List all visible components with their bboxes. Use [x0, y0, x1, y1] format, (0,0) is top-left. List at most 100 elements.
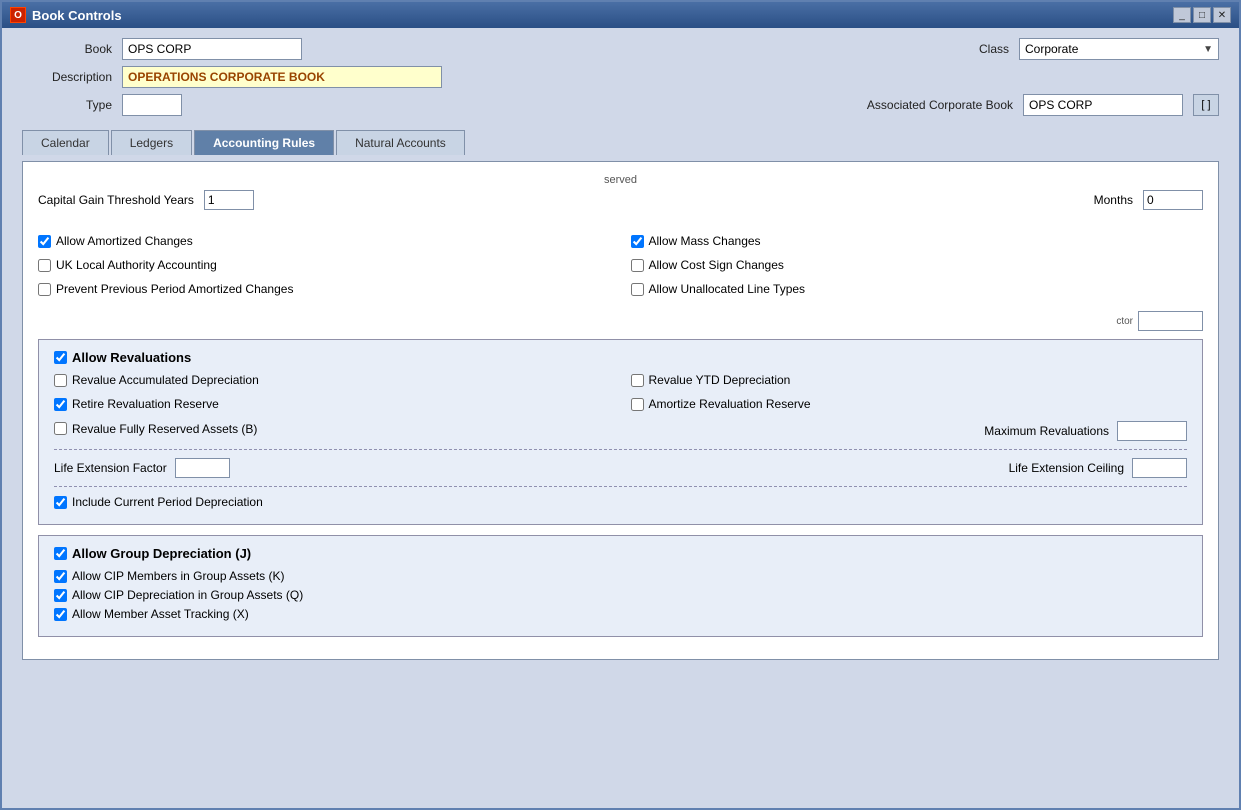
allow-unallocated-row: Allow Unallocated Line Types [631, 282, 1204, 296]
capital-gain-label: Capital Gain Threshold Years [38, 193, 194, 207]
allow-cost-sign-label: Allow Cost Sign Changes [649, 258, 784, 272]
amortize-reval-reserve-checkbox[interactable] [631, 398, 644, 411]
type-label: Type [22, 98, 112, 112]
accounting-rules-tab-content: served Capital Gain Threshold Years Mont… [22, 161, 1219, 660]
revalue-ytd-depr-checkbox[interactable] [631, 374, 644, 387]
assoc-browse-button[interactable]: [ ] [1193, 94, 1219, 116]
tab-calendar[interactable]: Calendar [22, 130, 109, 155]
revalue-fully-reserved-row: Revalue Fully Reserved Assets (B) [54, 421, 611, 436]
allow-cip-members-label: Allow CIP Members in Group Assets (K) [72, 569, 285, 583]
max-revaluations-label: Maximum Revaluations [984, 424, 1109, 438]
book-class-row: Book Class Corporate ▼ [22, 38, 1219, 60]
book-label: Book [22, 42, 112, 56]
prevent-previous-period-row: Prevent Previous Period Amortized Change… [38, 282, 611, 296]
revalue-accum-depr-label: Revalue Accumulated Depreciation [72, 373, 259, 387]
life-extension-ceiling-input[interactable] [1132, 458, 1187, 478]
ctor-label: ctor [1116, 316, 1133, 327]
book-input[interactable] [122, 38, 302, 60]
close-button[interactable]: ✕ [1213, 7, 1231, 23]
window-title: Book Controls [32, 8, 122, 23]
retire-reval-reserve-row: Retire Revaluation Reserve [54, 397, 611, 411]
form-content: Book Class Corporate ▼ Description Type … [2, 28, 1239, 670]
life-extension-factor-area: Life Extension Factor [54, 458, 230, 478]
amortize-reval-reserve-label: Amortize Revaluation Reserve [649, 397, 811, 411]
tabs-row: Calendar Ledgers Accounting Rules Natura… [22, 130, 1219, 155]
allow-amortized-changes-checkbox[interactable] [38, 235, 51, 248]
life-extension-factor-label: Life Extension Factor [54, 461, 167, 475]
allow-cip-members-checkbox[interactable] [54, 570, 67, 583]
allow-member-asset-tracking-label: Allow Member Asset Tracking (X) [72, 607, 249, 621]
allow-mass-changes-checkbox[interactable] [631, 235, 644, 248]
group-depreciation-label: Allow Group Depreciation (J) [72, 546, 251, 561]
life-extension-row: Life Extension Factor Life Extension Cei… [54, 449, 1187, 478]
capital-gain-years-input[interactable] [204, 190, 254, 210]
life-extension-factor-input[interactable] [175, 458, 230, 478]
include-current-period-checkbox[interactable] [54, 496, 67, 509]
group-depreciation-header: Allow Group Depreciation (J) [54, 546, 1187, 561]
ctor-input[interactable] [1138, 311, 1203, 331]
class-value: Corporate [1025, 42, 1078, 56]
revalue-accum-depr-row: Revalue Accumulated Depreciation [54, 373, 611, 387]
title-bar: O Book Controls _ □ ✕ [2, 2, 1239, 28]
revalue-fully-reserved-checkbox[interactable] [54, 422, 67, 435]
ctor-area: ctor [38, 311, 1203, 331]
allow-member-asset-tracking-checkbox[interactable] [54, 608, 67, 621]
class-dropdown[interactable]: Corporate ▼ [1019, 38, 1219, 60]
allow-unallocated-label: Allow Unallocated Line Types [649, 282, 806, 296]
revalue-fully-reserved-label: Revalue Fully Reserved Assets (B) [72, 422, 257, 436]
allow-cip-depreciation-label: Allow CIP Depreciation in Group Assets (… [72, 588, 303, 602]
served-text: served [38, 174, 1203, 186]
allow-group-depreciation-checkbox[interactable] [54, 547, 67, 560]
allow-cip-depreciation-row: Allow CIP Depreciation in Group Assets (… [54, 588, 1187, 602]
type-assoc-row: Type Associated Corporate Book [ ] [22, 94, 1219, 116]
group-depreciation-section: Allow Group Depreciation (J) Allow CIP M… [38, 535, 1203, 637]
type-input[interactable] [122, 94, 182, 116]
retire-reval-reserve-checkbox[interactable] [54, 398, 67, 411]
chevron-down-icon: ▼ [1203, 44, 1213, 55]
title-bar-left: O Book Controls [10, 7, 122, 23]
prevent-previous-period-checkbox[interactable] [38, 283, 51, 296]
description-label: Description [22, 70, 112, 84]
amortize-reval-reserve-row: Amortize Revaluation Reserve [631, 397, 1188, 411]
allow-mass-changes-row: Allow Mass Changes [631, 234, 1204, 248]
allow-cost-sign-checkbox[interactable] [631, 259, 644, 272]
life-extension-ceiling-label: Life Extension Ceiling [1009, 461, 1124, 475]
minimize-button[interactable]: _ [1173, 7, 1191, 23]
retire-reval-reserve-label: Retire Revaluation Reserve [72, 397, 219, 411]
threshold-row: Capital Gain Threshold Years Months [38, 190, 1203, 210]
allow-revaluations-checkbox[interactable] [54, 351, 67, 364]
allow-cost-sign-row: Allow Cost Sign Changes [631, 258, 1204, 272]
revalue-ytd-depr-row: Revalue YTD Depreciation [631, 373, 1188, 387]
allow-cip-depreciation-checkbox[interactable] [54, 589, 67, 602]
app-icon: O [10, 7, 26, 23]
include-current-period-row: Include Current Period Depreciation [54, 486, 1187, 509]
revalue-accum-depr-checkbox[interactable] [54, 374, 67, 387]
class-label: Class [959, 42, 1009, 56]
months-label: Months [1094, 193, 1133, 207]
max-revaluations-row: Maximum Revaluations [631, 421, 1188, 441]
max-revaluations-input[interactable] [1117, 421, 1187, 441]
tab-accounting-rules[interactable]: Accounting Rules [194, 130, 334, 155]
assoc-book-input[interactable] [1023, 94, 1183, 116]
allow-amortized-changes-row: Allow Amortized Changes [38, 234, 611, 248]
prevent-previous-period-label: Prevent Previous Period Amortized Change… [56, 282, 293, 296]
revaluations-header: Allow Revaluations [54, 350, 1187, 365]
allow-amortized-changes-label: Allow Amortized Changes [56, 234, 193, 248]
allow-revaluations-section: Allow Revaluations Revalue Accumulated D… [38, 339, 1203, 525]
uk-local-authority-row: UK Local Authority Accounting [38, 258, 611, 272]
maximize-button[interactable]: □ [1193, 7, 1211, 23]
months-input[interactable] [1143, 190, 1203, 210]
uk-local-authority-checkbox[interactable] [38, 259, 51, 272]
revaluations-label: Allow Revaluations [72, 350, 191, 365]
main-window: O Book Controls _ □ ✕ Book Class Corpora… [0, 0, 1241, 810]
life-extension-ceiling-area: Life Extension Ceiling [1009, 458, 1187, 478]
assoc-corporate-label: Associated Corporate Book [867, 98, 1013, 112]
allow-unallocated-checkbox[interactable] [631, 283, 644, 296]
tab-natural-accounts[interactable]: Natural Accounts [336, 130, 465, 155]
description-input[interactable] [122, 66, 442, 88]
allow-cip-members-row: Allow CIP Members in Group Assets (K) [54, 569, 1187, 583]
tab-ledgers[interactable]: Ledgers [111, 130, 192, 155]
include-current-period-label: Include Current Period Depreciation [72, 495, 263, 509]
main-checkboxes: Allow Amortized Changes Allow Mass Chang… [38, 234, 1203, 301]
window-controls: _ □ ✕ [1173, 7, 1231, 23]
